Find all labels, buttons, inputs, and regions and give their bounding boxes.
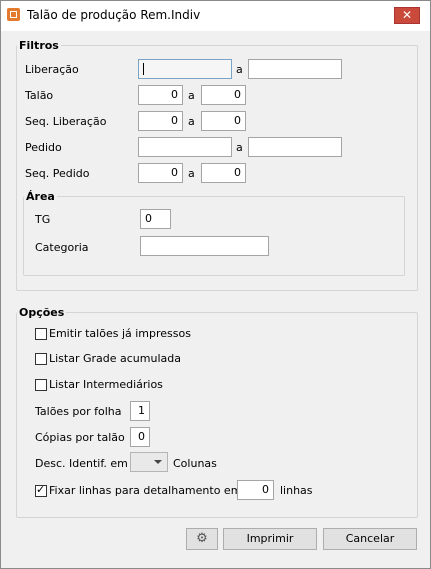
app-icon — [7, 8, 20, 21]
fixar-linhas-checkbox[interactable]: Fixar linhas para detalhamento em: — [35, 483, 246, 497]
listar-grade-checkbox[interactable]: Listar Grade acumulada — [35, 352, 181, 365]
listar-intermediarios-checkbox[interactable]: Listar Intermediários — [35, 378, 163, 391]
gear-icon: ⚙ — [196, 531, 208, 546]
desc-identif-select[interactable] — [130, 452, 168, 472]
range-a-label: a — [236, 63, 243, 76]
seq-pedido-from-input[interactable]: 0 — [138, 163, 183, 183]
pedido-label: Pedido — [25, 141, 62, 154]
listar-intermediarios-label: Listar Intermediários — [49, 378, 163, 391]
title-bar: Talão de produção Rem.Indiv ✕ — [1, 1, 430, 31]
range-a-label: a — [188, 89, 195, 102]
checkbox-box[interactable] — [35, 378, 47, 391]
categoria-label: Categoria — [35, 241, 89, 254]
filtros-legend: Filtros — [19, 39, 59, 52]
emitir-taloes-checkbox[interactable]: Emitir talões já impressos — [35, 327, 191, 340]
copias-por-talao-input[interactable]: 0 — [130, 427, 150, 447]
window-title: Talão de produção Rem.Indiv — [27, 8, 201, 22]
cancelar-button[interactable]: Cancelar — [323, 528, 417, 550]
liberacao-to-input[interactable] — [248, 59, 342, 79]
seq-liberacao-to-input[interactable]: 0 — [201, 111, 246, 131]
chevron-down-icon — [154, 460, 162, 464]
copias-por-talao-label: Cópias por talão — [35, 431, 125, 444]
listar-grade-label: Listar Grade acumulada — [49, 352, 181, 365]
linhas-label: linhas — [280, 484, 313, 497]
seq-liberacao-label: Seq. Liberação — [25, 115, 107, 128]
pedido-to-input[interactable] — [248, 137, 342, 157]
range-a-label: a — [188, 115, 195, 128]
liberacao-label: Liberação — [25, 63, 79, 76]
imprimir-button[interactable]: Imprimir — [223, 528, 317, 550]
tg-input[interactable]: 0 — [140, 209, 171, 229]
colunas-label: Colunas — [173, 457, 217, 470]
settings-button[interactable]: ⚙ — [186, 528, 218, 550]
dialog-window: Talão de produção Rem.Indiv ✕ Filtros Li… — [0, 0, 431, 569]
opcoes-legend: Opções — [19, 306, 65, 319]
talao-from-input[interactable]: 0 — [138, 85, 183, 105]
checkbox-box[interactable] — [35, 483, 47, 497]
close-button[interactable]: ✕ — [394, 7, 420, 24]
emitir-taloes-label: Emitir talões já impressos — [49, 327, 191, 340]
seq-liberacao-from-input[interactable]: 0 — [138, 111, 183, 131]
talao-to-input[interactable]: 0 — [201, 85, 246, 105]
area-legend: Área — [26, 190, 55, 203]
pedido-from-input[interactable] — [138, 137, 232, 157]
seq-pedido-label: Seq. Pedido — [25, 167, 90, 180]
fixar-linhas-label: Fixar linhas para detalhamento em: — [49, 484, 246, 497]
area-group: Área — [23, 190, 405, 276]
fixar-linhas-input[interactable]: 0 — [237, 480, 274, 500]
talao-label: Talão — [25, 89, 54, 102]
taloes-por-folha-input[interactable]: 1 — [130, 401, 150, 421]
liberacao-from-input[interactable] — [138, 59, 232, 79]
taloes-por-folha-label: Talões por folha — [35, 405, 122, 418]
tg-label: TG — [35, 213, 51, 226]
text-caret — [143, 63, 144, 75]
seq-pedido-to-input[interactable]: 0 — [201, 163, 246, 183]
range-a-label: a — [236, 141, 243, 154]
checkbox-box[interactable] — [35, 327, 47, 340]
desc-identif-label: Desc. Identif. em — [35, 457, 128, 470]
categoria-input[interactable] — [140, 236, 269, 256]
range-a-label: a — [188, 167, 195, 180]
checkbox-box[interactable] — [35, 352, 47, 365]
